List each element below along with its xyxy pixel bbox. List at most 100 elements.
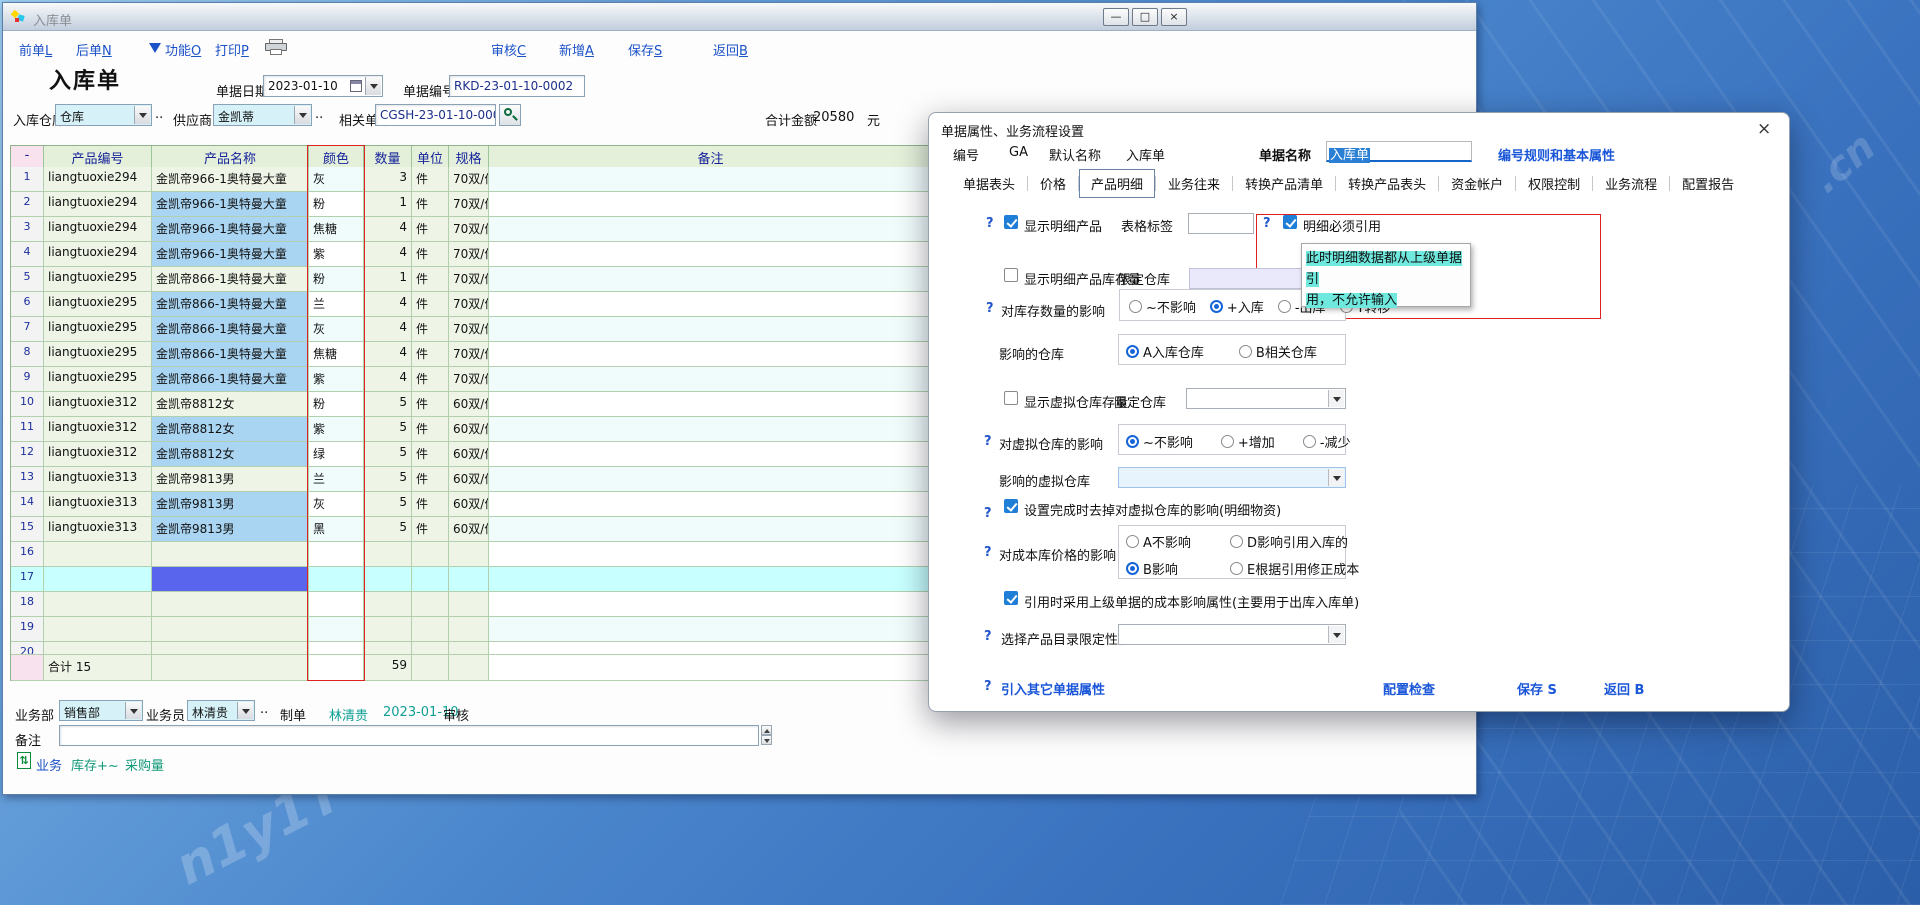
table-cell[interactable]: 4 — [364, 242, 412, 267]
table-row[interactable]: 18 — [11, 592, 933, 617]
radio-option[interactable]: B影响 — [1126, 559, 1230, 578]
help-icon[interactable]: ? — [986, 216, 994, 231]
table-cell[interactable]: liangtuoxie294 — [44, 192, 152, 217]
table-cell[interactable] — [364, 617, 412, 642]
table-cell[interactable] — [309, 542, 364, 567]
table-cell[interactable]: liangtuoxie313 — [44, 467, 152, 492]
table-cell[interactable]: 70双/件 — [449, 167, 489, 192]
table-cell[interactable]: 件 — [412, 517, 449, 542]
table-cell[interactable]: 件 — [412, 442, 449, 467]
table-cell[interactable]: liangtuoxie313 — [44, 492, 152, 517]
table-cell[interactable]: 9 — [11, 367, 44, 392]
table-cell[interactable]: 1 — [11, 167, 44, 192]
clerk-browse-button[interactable]: .. — [260, 702, 268, 717]
table-row[interactable]: 2liangtuoxie294金凯帝966-1奥特曼大童粉1件70双/件 — [11, 192, 933, 217]
table-cell[interactable] — [449, 642, 489, 655]
table-cell[interactable] — [152, 567, 309, 592]
table-cell[interactable]: liangtuoxie312 — [44, 417, 152, 442]
table-row[interactable]: 4liangtuoxie294金凯帝966-1奥特曼大童紫4件70双/件 — [11, 242, 933, 267]
table-row[interactable]: 17 — [11, 567, 933, 592]
radio-option[interactable]: B相关仓库 — [1239, 342, 1317, 361]
column-header[interactable]: 产品编号 — [44, 146, 152, 168]
table-cell[interactable]: liangtuoxie295 — [44, 367, 152, 392]
table-cell[interactable]: 粉 — [309, 192, 364, 217]
table-cell[interactable] — [489, 267, 933, 292]
table-row[interactable]: 10liangtuoxie312金凯帝8812女粉5件60双/件 — [11, 392, 933, 417]
back-button[interactable]: 返回B — [713, 40, 748, 59]
table-cell[interactable]: 黑 — [309, 517, 364, 542]
table-cell[interactable] — [489, 517, 933, 542]
show-detail-stock-checkbox[interactable] — [1004, 268, 1018, 282]
table-cell[interactable]: 18 — [11, 592, 44, 617]
dropdown-button[interactable] — [1328, 469, 1344, 486]
table-cell[interactable]: 件 — [412, 192, 449, 217]
table-cell[interactable]: 金凯帝966-1奥特曼大童 — [152, 242, 309, 267]
table-row[interactable]: 11liangtuoxie312金凯帝8812女紫5件60双/件 — [11, 417, 933, 442]
table-cell[interactable] — [152, 592, 309, 617]
table-cell[interactable]: 金凯帝866-1奥特曼大童 — [152, 367, 309, 392]
table-cell[interactable]: 70双/件 — [449, 367, 489, 392]
table-cell[interactable]: liangtuoxie294 — [44, 217, 152, 242]
table-cell[interactable]: liangtuoxie313 — [44, 517, 152, 542]
table-row[interactable]: 3liangtuoxie294金凯帝966-1奥特曼大童焦糖4件70双/件 — [11, 217, 933, 242]
table-cell[interactable]: 紫 — [309, 367, 364, 392]
remark-input[interactable] — [59, 725, 759, 746]
table-cell[interactable]: 件 — [412, 467, 449, 492]
table-cell[interactable]: liangtuoxie295 — [44, 342, 152, 367]
dialog-back-button[interactable]: 返回 B — [1604, 679, 1644, 698]
table-cell[interactable]: liangtuoxie312 — [44, 442, 152, 467]
table-cell[interactable]: liangtuoxie295 — [44, 317, 152, 342]
docno-input[interactable]: RKD-23-01-10-0002 — [449, 75, 585, 97]
table-cell[interactable]: liangtuoxie294 — [44, 242, 152, 267]
date-input[interactable]: 2023-01-10 — [263, 75, 383, 97]
table-cell[interactable]: 金凯帝866-1奥特曼大童 — [152, 317, 309, 342]
table-cell[interactable]: 金凯帝866-1奥特曼大童 — [152, 292, 309, 317]
help-icon[interactable]: ? — [986, 301, 994, 316]
help-icon[interactable]: ? — [1263, 216, 1271, 231]
table-cell[interactable]: 金凯帝9813男 — [152, 492, 309, 517]
table-row[interactable]: 16 — [11, 542, 933, 567]
table-cell[interactable]: 5 — [364, 517, 412, 542]
table-cell[interactable] — [449, 617, 489, 642]
radio-option[interactable]: D影响引用入库的 — [1230, 532, 1336, 551]
table-cell[interactable]: 金凯帝866-1奥特曼大童 — [152, 267, 309, 292]
table-cell[interactable] — [489, 167, 933, 192]
table-cell[interactable]: 70双/件 — [449, 267, 489, 292]
table-cell[interactable]: 5 — [364, 392, 412, 417]
table-row[interactable]: 15liangtuoxie313金凯帝9813男黑5件60双/件 — [11, 517, 933, 542]
table-cell[interactable]: 件 — [412, 492, 449, 517]
related-doc-input[interactable]: CGSH-23-01-10-0002 — [375, 104, 496, 126]
radio-option[interactable]: ~不影响 — [1126, 432, 1193, 451]
import-props-link[interactable]: 引入其它单据属性 — [1001, 679, 1105, 698]
table-cell[interactable]: 4 — [364, 367, 412, 392]
table-cell[interactable]: 金凯帝9813男 — [152, 517, 309, 542]
next-doc-button[interactable]: 后单N — [76, 40, 112, 59]
printer-icon[interactable] — [265, 39, 287, 55]
table-cell[interactable]: 3 — [11, 217, 44, 242]
table-cell[interactable]: 紫 — [309, 417, 364, 442]
warehouse-browse-button[interactable]: .. — [155, 107, 163, 122]
table-row[interactable]: 14liangtuoxie313金凯帝9813男灰5件60双/件 — [11, 492, 933, 517]
table-cell[interactable]: liangtuoxie312 — [44, 392, 152, 417]
ref-cost-checkbox[interactable] — [1004, 591, 1018, 605]
table-cell[interactable]: 1 — [364, 267, 412, 292]
radio-option[interactable]: A入库仓库 — [1126, 342, 1204, 361]
radio-option[interactable]: +增加 — [1221, 432, 1275, 451]
column-header[interactable]: 颜色 — [309, 146, 364, 168]
table-cell[interactable] — [489, 442, 933, 467]
table-cell[interactable]: 4 — [364, 342, 412, 367]
table-cell[interactable] — [152, 617, 309, 642]
dept-select[interactable]: 销售部 — [59, 700, 143, 721]
table-cell[interactable]: 件 — [412, 267, 449, 292]
table-cell[interactable]: 4 — [364, 217, 412, 242]
table-row[interactable]: 20 — [11, 642, 933, 655]
table-cell[interactable] — [412, 642, 449, 655]
table-cell[interactable]: 60双/件 — [449, 392, 489, 417]
dialog-tab-8[interactable]: 业务流程 — [1593, 169, 1669, 198]
table-cell[interactable]: 15 — [11, 517, 44, 542]
table-cell[interactable]: 20 — [11, 642, 44, 655]
table-cell[interactable]: 3 — [364, 167, 412, 192]
catalog-select[interactable] — [1118, 624, 1346, 645]
table-cell[interactable]: 金凯帝8812女 — [152, 417, 309, 442]
table-cell[interactable] — [412, 617, 449, 642]
